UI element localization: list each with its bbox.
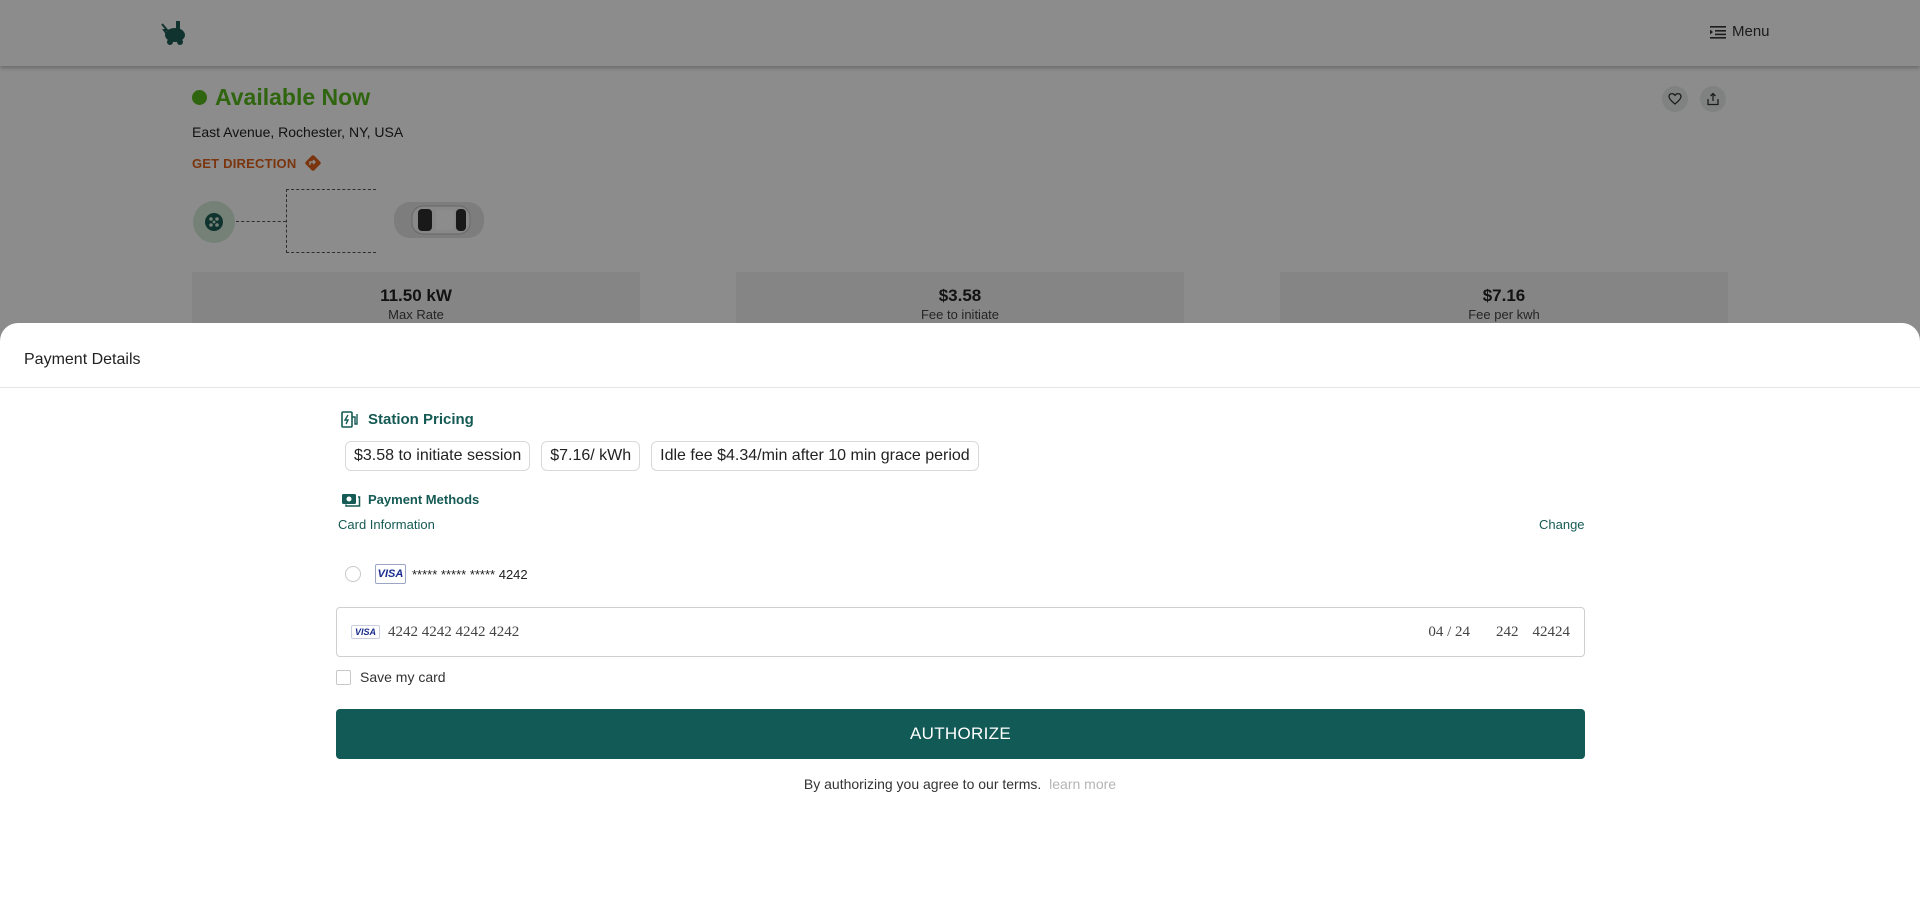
pricing-chip: $7.16/ kWh bbox=[541, 441, 641, 471]
card-information-label: Card Information bbox=[338, 517, 435, 532]
save-card-option[interactable]: Save my card bbox=[336, 669, 446, 685]
visa-icon: VISA bbox=[351, 625, 381, 639]
station-pricing-title: Station Pricing bbox=[368, 410, 474, 428]
payment-methods-title: Payment Methods bbox=[368, 491, 480, 507]
card-cvc-input[interactable]: 242 bbox=[1496, 624, 1519, 641]
visa-card-icon: VISA bbox=[375, 564, 406, 584]
cash-icon bbox=[342, 494, 361, 507]
save-card-checkbox[interactable] bbox=[336, 669, 351, 685]
authorize-button[interactable]: AUTHORIZE bbox=[336, 709, 1585, 759]
station-pricing-heading: Station Pricing bbox=[341, 410, 474, 428]
charging-station-icon bbox=[341, 411, 358, 428]
masked-card-number: ***** ***** ***** 4242 bbox=[412, 566, 528, 582]
card-number-input[interactable]: 4242 4242 4242 4242 bbox=[388, 624, 1428, 641]
payment-methods-heading: Payment Methods bbox=[341, 490, 479, 508]
terms-notice: By authorizing you agree to our terms. l… bbox=[0, 776, 1920, 792]
save-card-label: Save my card bbox=[360, 669, 446, 685]
saved-card-option[interactable]: VISA ***** ***** ***** 4242 bbox=[345, 564, 528, 584]
learn-more-link[interactable]: learn more bbox=[1049, 776, 1116, 792]
card-expiry-input[interactable]: 04 / 24 bbox=[1428, 624, 1470, 641]
pricing-chips: $3.58 to initiate session $7.16/ kWh Idl… bbox=[345, 441, 979, 471]
card-zip-input[interactable]: 42424 bbox=[1533, 624, 1571, 641]
pricing-chip: $3.58 to initiate session bbox=[345, 441, 531, 471]
terms-text: By authorizing you agree to our terms. bbox=[803, 776, 1042, 792]
change-card-link[interactable]: Change bbox=[1539, 517, 1585, 532]
saved-card-radio[interactable] bbox=[345, 566, 361, 582]
card-input-field[interactable]: VISA 4242 4242 4242 4242 04 / 24 242 424… bbox=[336, 607, 1585, 657]
sheet-title: Payment Details bbox=[0, 323, 1920, 388]
pricing-chip: Idle fee $4.34/min after 10 min grace pe… bbox=[651, 441, 979, 471]
